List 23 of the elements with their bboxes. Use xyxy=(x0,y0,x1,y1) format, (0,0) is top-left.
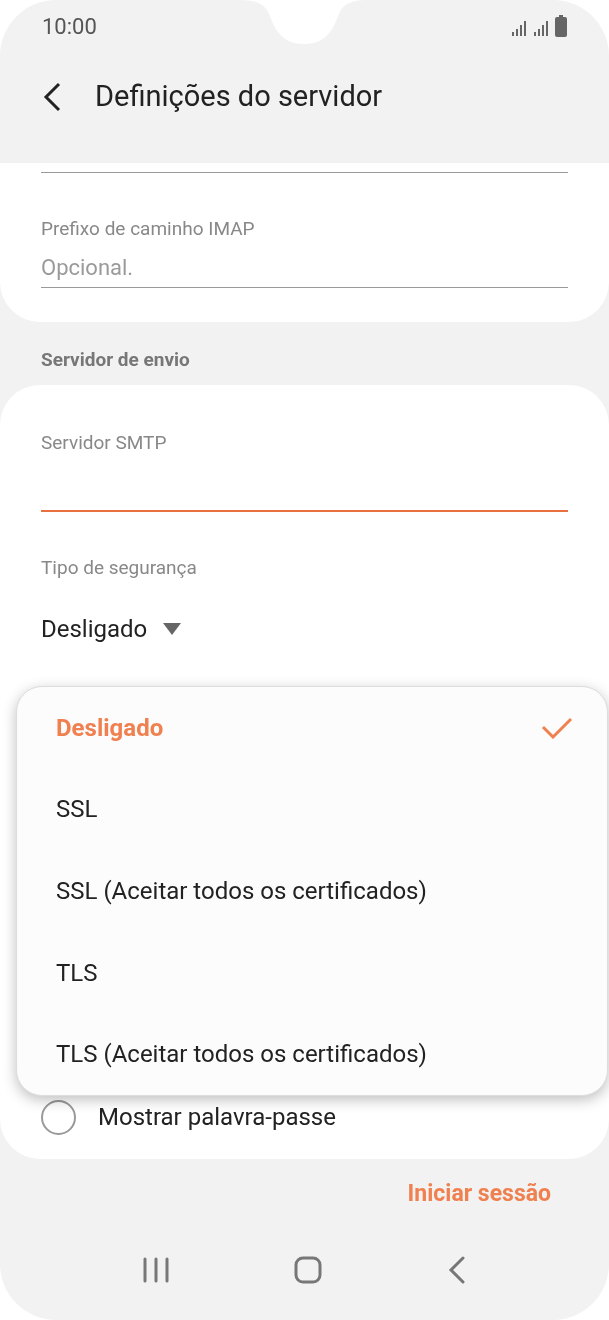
back-icon xyxy=(42,80,62,113)
menu-option[interactable]: SSL xyxy=(17,768,607,851)
status-time: 10:00 xyxy=(42,12,97,41)
menu-option[interactable]: SSL (Aceitar todos os certificados) xyxy=(17,850,607,932)
signal-icon xyxy=(511,19,529,37)
section-title: Servidor de envio xyxy=(41,346,190,373)
battery-icon xyxy=(555,15,567,37)
check-icon xyxy=(541,716,573,739)
recents-icon[interactable] xyxy=(142,1257,169,1284)
back-icon[interactable] xyxy=(448,1256,467,1285)
input-field[interactable]: Opcional. xyxy=(41,247,568,288)
checkbox[interactable] xyxy=(41,1099,76,1135)
field-label: Tipo de segurança xyxy=(41,555,198,581)
checkbox-label: Mostrar palavra-passe xyxy=(98,1103,336,1131)
field-label: Prefixo de caminho IMAP xyxy=(41,216,256,242)
page-title: Definições do servidor xyxy=(95,77,383,115)
home-icon[interactable] xyxy=(294,1256,323,1285)
signal-icon xyxy=(533,19,551,37)
menu-option[interactable]: TLS (Aceitar todos os certificados) xyxy=(17,1013,607,1095)
security-dropdown[interactable]: Desligado xyxy=(41,610,182,647)
field-label: Servidor SMTP xyxy=(41,429,168,456)
caret-icon xyxy=(163,622,182,635)
menu-option[interactable]: TLS xyxy=(17,931,607,1014)
